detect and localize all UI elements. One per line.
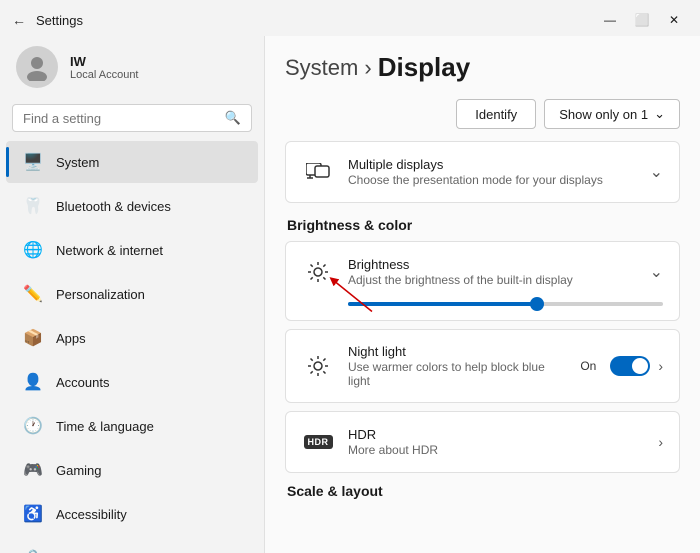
app-body: IW Local Account 🔍 🖥️ System 🦷 Bluetooth… — [0, 36, 700, 553]
night-light-title: Night light — [348, 344, 566, 359]
back-icon[interactable]: ← — [12, 12, 26, 28]
night-light-text: Night light Use warmer colors to help bl… — [348, 344, 566, 388]
hdr-arrow-icon[interactable]: › — [658, 434, 663, 450]
close-button[interactable]: ✕ — [660, 10, 688, 30]
accessibility-icon: ♿ — [22, 503, 44, 525]
brightness-subtitle: Adjust the brightness of the built-in di… — [348, 273, 636, 287]
title-bar: ← Settings — ⬜ ✕ — [0, 0, 700, 36]
night-light-row[interactable]: Night light Use warmer colors to help bl… — [286, 330, 679, 402]
brightness-slider[interactable] — [348, 302, 663, 306]
sidebar-label-apps: Apps — [56, 331, 86, 346]
username: IW — [70, 54, 139, 69]
multiple-displays-text: Multiple displays Choose the presentatio… — [348, 157, 636, 187]
multiple-displays-subtitle: Choose the presentation mode for your di… — [348, 173, 636, 187]
sidebar-label-accounts: Accounts — [56, 375, 109, 390]
sidebar-item-system[interactable]: 🖥️ System — [6, 141, 258, 183]
search-input[interactable] — [23, 111, 217, 126]
minimize-button[interactable]: — — [596, 10, 624, 30]
time-icon: 🕐 — [22, 415, 44, 437]
multiple-displays-chevron-icon[interactable]: ⌄ — [650, 162, 663, 182]
multiple-displays-title: Multiple displays — [348, 157, 636, 172]
brightness-slider-thumb[interactable] — [530, 297, 544, 311]
sidebar-item-privacy[interactable]: 🔒 Privacy & security — [6, 537, 258, 553]
sidebar-item-accessibility[interactable]: ♿ Accessibility — [6, 493, 258, 535]
night-light-arrow-icon[interactable]: › — [658, 358, 663, 374]
sidebar-label-bluetooth: Bluetooth & devices — [56, 199, 171, 214]
accounts-icon: 👤 — [22, 371, 44, 393]
brightness-header: Brightness Adjust the brightness of the … — [286, 242, 679, 288]
sidebar-label-time: Time & language — [56, 419, 154, 434]
sidebar-label-personalization: Personalization — [56, 287, 145, 302]
gaming-icon: 🎮 — [22, 459, 44, 481]
breadcrumb-parent: System — [285, 55, 358, 81]
brightness-title: Brightness — [348, 257, 636, 272]
apps-icon: 📦 — [22, 327, 44, 349]
sidebar-item-gaming[interactable]: 🎮 Gaming — [6, 449, 258, 491]
bluetooth-icon: 🦷 — [22, 195, 44, 217]
user-section: IW Local Account — [0, 36, 264, 100]
hdr-subtitle: More about HDR — [348, 443, 644, 457]
show-only-chevron-icon: ⌄ — [654, 106, 665, 122]
sidebar-label-network: Network & internet — [56, 243, 163, 258]
sidebar-item-accounts[interactable]: 👤 Accounts — [6, 361, 258, 403]
sidebar-item-time[interactable]: 🕐 Time & language — [6, 405, 258, 447]
hdr-text: HDR More about HDR — [348, 427, 644, 457]
brightness-body — [286, 288, 679, 320]
search-icon: 🔍 — [225, 110, 241, 126]
main-content: System › Display Identify Show only on 1… — [264, 36, 700, 553]
personalization-icon: ✏️ — [22, 283, 44, 305]
hdr-card: HDR HDR More about HDR › — [285, 411, 680, 473]
brightness-text: Brightness Adjust the brightness of the … — [348, 257, 636, 287]
privacy-icon: 🔒 — [22, 547, 44, 553]
scale-layout-section-label: Scale & layout — [285, 483, 680, 499]
night-light-icon — [302, 350, 334, 382]
sidebar-item-personalization[interactable]: ✏️ Personalization — [6, 273, 258, 315]
brightness-color-section-label: Brightness & color — [285, 217, 680, 233]
system-icon: 🖥️ — [22, 151, 44, 173]
brightness-icon — [302, 256, 334, 288]
account-type: Local Account — [70, 69, 139, 81]
user-info: IW Local Account — [70, 54, 139, 81]
sidebar-label-gaming: Gaming — [56, 463, 102, 478]
toggle-knob — [632, 358, 648, 374]
sidebar-item-apps[interactable]: 📦 Apps — [6, 317, 258, 359]
title-bar-left: ← Settings — [12, 12, 83, 28]
app-title: Settings — [36, 13, 83, 28]
sidebar-item-network[interactable]: 🌐 Network & internet — [6, 229, 258, 271]
night-light-subtitle: Use warmer colors to help block blue lig… — [348, 360, 566, 388]
hdr-icon: HDR — [302, 426, 334, 458]
sidebar-label-system: System — [56, 155, 99, 170]
display-controls: Identify Show only on 1 ⌄ — [285, 99, 680, 129]
network-icon: 🌐 — [22, 239, 44, 261]
maximize-button[interactable]: ⬜ — [628, 10, 656, 30]
show-only-button[interactable]: Show only on 1 ⌄ — [544, 99, 680, 129]
night-light-toggle[interactable] — [610, 356, 650, 376]
night-light-status: On — [580, 359, 596, 373]
brightness-chevron-icon[interactable]: ⌄ — [650, 262, 663, 282]
hdr-row[interactable]: HDR HDR More about HDR › — [286, 412, 679, 472]
night-light-card: Night light Use warmer colors to help bl… — [285, 329, 680, 403]
night-light-controls: On › — [580, 356, 663, 376]
hdr-badge: HDR — [304, 435, 333, 449]
identify-button[interactable]: Identify — [456, 99, 536, 129]
sidebar-item-bluetooth[interactable]: 🦷 Bluetooth & devices — [6, 185, 258, 227]
brightness-slider-fill — [348, 302, 537, 306]
show-only-label: Show only on 1 — [559, 107, 648, 122]
breadcrumb-current: Display — [378, 52, 471, 83]
sidebar-label-accessibility: Accessibility — [56, 507, 127, 522]
brightness-card: Brightness Adjust the brightness of the … — [285, 241, 680, 321]
sidebar: IW Local Account 🔍 🖥️ System 🦷 Bluetooth… — [0, 36, 264, 553]
window-controls: — ⬜ ✕ — [596, 10, 688, 30]
multiple-displays-card: Multiple displays Choose the presentatio… — [285, 141, 680, 203]
multiple-displays-row[interactable]: Multiple displays Choose the presentatio… — [286, 142, 679, 202]
search-box[interactable]: 🔍 — [12, 104, 252, 132]
avatar — [16, 46, 58, 88]
breadcrumb-separator: › — [364, 55, 371, 81]
hdr-title: HDR — [348, 427, 644, 442]
multiple-displays-icon — [302, 156, 334, 188]
breadcrumb: System › Display — [285, 52, 680, 83]
